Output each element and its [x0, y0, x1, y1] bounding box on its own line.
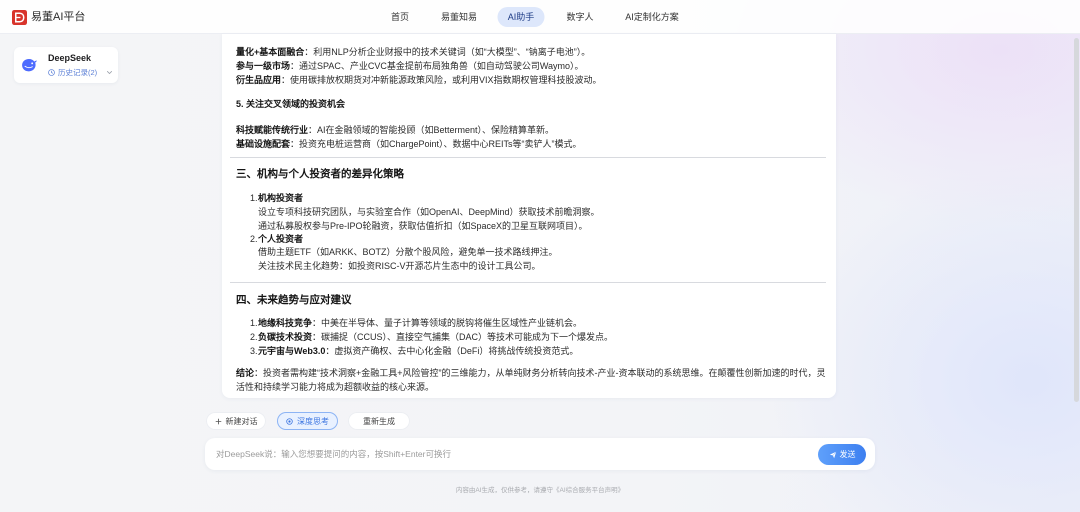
conclusion-label: 结论	[236, 368, 255, 378]
list-number: 1.	[250, 193, 258, 203]
send-button[interactable]: 发送	[818, 444, 866, 465]
send-icon	[829, 451, 837, 459]
clock-icon	[48, 69, 55, 76]
top-nav-bar: 易董AI平台 首页 易董知易 AI助手 数字人 AI定制化方案	[0, 0, 1080, 34]
list-number: 3.	[250, 346, 258, 356]
chevron-down-icon[interactable]	[106, 69, 113, 76]
list-item: 1.地缘科技竞争：中美在半导体、量子计算等领域的脱钩将催生区域性产业链机会。	[250, 316, 582, 330]
subheading-cross-field: 5. 关注交叉领域的投资机会	[236, 99, 346, 109]
list-subpoint: 通过私募股权参与Pre-IPO轮融资，获取估值折扣（如SpaceX的卫星互联网项…	[258, 221, 588, 231]
answer-card: 量化+基本面融合：利用NLP分析企业财报中的技术关键词（如“大模型”、“钠离子电…	[222, 34, 836, 398]
section-heading-trends: 四、未来趋势与应对建议	[236, 294, 352, 306]
list-subpoint: 关注技术民主化趋势：如投资RISC-V开源芯片生态中的设计工具公司。	[258, 261, 541, 271]
nav-item-ai-assistant[interactable]: AI助手	[497, 7, 545, 27]
list-item-title: 机构投资者	[258, 193, 304, 203]
conclusion-text: ：投资者需构建“技术洞察+金融工具+风险管控”的三维能力，从单纯财务分析转向技术…	[236, 368, 826, 392]
list-item-term: 地缘科技竞争	[258, 318, 313, 328]
list-item-term: 负碳技术投资	[258, 332, 313, 342]
answer-line-term: 衍生品应用	[236, 75, 282, 85]
list-number: 1.	[250, 318, 258, 328]
regenerate-label: 重新生成	[363, 416, 395, 426]
list-number: 2.	[250, 332, 258, 342]
list-item-text: ：碳捕捉（CCUS）、直接空气捕集（DAC）等技术可能成为下一个爆发点。	[312, 332, 614, 342]
deep-think-toggle[interactable]: 深度思考	[277, 412, 338, 430]
answer-line-term: 量化+基本面融合	[236, 47, 305, 57]
section-divider	[230, 157, 826, 158]
list-subpoint: 借助主题ETF（如ARKK、BOTZ）分散个股风险，避免单一技术路线押注。	[258, 247, 558, 257]
answer-line-term: 基础设施配套	[236, 139, 291, 149]
nav-item-home[interactable]: 首页	[391, 7, 409, 27]
nav-item-knowledge[interactable]: 易董知易	[441, 7, 477, 27]
ai-disclaimer: 内容由AI生成，仅供参考，请遵守《AI综合服务平台声明》	[455, 487, 625, 494]
model-name: DeepSeek	[48, 53, 92, 63]
answer-line-text: ：AI在金融领域的智能投顾（如Betterment）、保险精算革新。	[308, 125, 555, 135]
answer-line-text: ：使用碳排放权期货对冲新能源政策风险，或利用VIX指数期权管理科技股波动。	[281, 75, 602, 85]
list-item: 3.元宇宙与Web3.0：虚拟资产确权、去中心化金融（DeFi）将挑战传统投资范…	[250, 344, 578, 358]
history-link[interactable]: 历史记录(2)	[48, 67, 97, 78]
send-label: 发送	[839, 450, 856, 459]
history-label: 历史记录(2)	[58, 68, 98, 77]
answer-line-text: ：通过SPAC、产业CVC基金提前布局独角兽（如自动驾驶公司Waymo）。	[290, 61, 584, 71]
new-chat-label: 新建对话	[225, 416, 258, 426]
list-item: 1.机构投资者	[250, 191, 303, 205]
answer-line: 衍生品应用：使用碳排放权期货对冲新能源政策风险，或利用VIX指数期权管理科技股波…	[236, 73, 602, 87]
regenerate-button[interactable]: 重新生成	[348, 412, 410, 430]
nav-item-digital-human[interactable]: 数字人	[566, 7, 593, 27]
section-divider	[230, 282, 826, 283]
list-item-title: 个人投资者	[258, 234, 304, 244]
list-item-term: 元宇宙与Web3.0	[258, 346, 326, 356]
list-number: 2.	[250, 234, 258, 244]
model-selector-card[interactable]: DeepSeek 历史记录(2)	[14, 47, 118, 83]
logo-icon	[12, 9, 27, 25]
list-item-text: ：中美在半导体、量子计算等领域的脱钩将催生区域性产业链机会。	[312, 318, 583, 328]
answer-line: 基础设施配套：投资充电桩运营商（如ChargePoint）、数据中心REITs等…	[236, 137, 582, 151]
list-item: 2.个人投资者	[250, 232, 303, 246]
section-heading-strategy: 三、机构与个人投资者的差异化策略	[236, 168, 404, 180]
page-scrollbar[interactable]	[1074, 38, 1079, 402]
answer-line: 量化+基本面融合：利用NLP分析企业财报中的技术关键词（如“大模型”、“钠离子电…	[236, 45, 590, 59]
brand-name: 易董AI平台	[31, 11, 86, 23]
list-item-text: ：虚拟资产确权、去中心化金融（DeFi）将挑战传统投资范式。	[325, 346, 579, 356]
plus-icon	[215, 418, 222, 425]
answer-line: 参与一级市场：通过SPAC、产业CVC基金提前布局独角兽（如自动驾驶公司Waym…	[236, 59, 584, 73]
deep-think-icon	[286, 417, 293, 425]
message-input[interactable]	[216, 446, 806, 462]
answer-line: 科技赋能传统行业：AI在金融领域的智能投顾（如Betterment）、保险精算革…	[236, 123, 554, 137]
new-chat-button[interactable]: 新建对话	[206, 412, 266, 430]
brand[interactable]: 易董AI平台	[12, 9, 85, 25]
list-item: 2.负碳技术投资：碳捕捉（CCUS）、直接空气捕集（DAC）等技术可能成为下一个…	[250, 330, 613, 344]
deepseek-whale-icon	[20, 55, 40, 75]
message-composer: 发送	[205, 438, 875, 470]
answer-line-term: 参与一级市场	[236, 61, 291, 71]
answer-line-text: ：利用NLP分析企业财报中的技术关键词（如“大模型”、“钠离子电池”）。	[304, 47, 591, 57]
list-subpoint: 设立专项科技研究团队，与实验室合作（如OpenAI、DeepMind）获取技术前…	[258, 207, 600, 217]
conclusion-paragraph: 结论：投资者需构建“技术洞察+金融工具+风险管控”的三维能力，从单纯财务分析转向…	[236, 366, 828, 394]
answer-line-text: ：投资充电桩运营商（如ChargePoint）、数据中心REITs等“卖铲人”模…	[290, 139, 582, 149]
answer-line-term: 科技赋能传统行业	[236, 125, 309, 135]
nav-item-ai-custom-solution[interactable]: AI定制化方案	[625, 7, 679, 27]
deep-think-label: 深度思考	[297, 416, 329, 426]
